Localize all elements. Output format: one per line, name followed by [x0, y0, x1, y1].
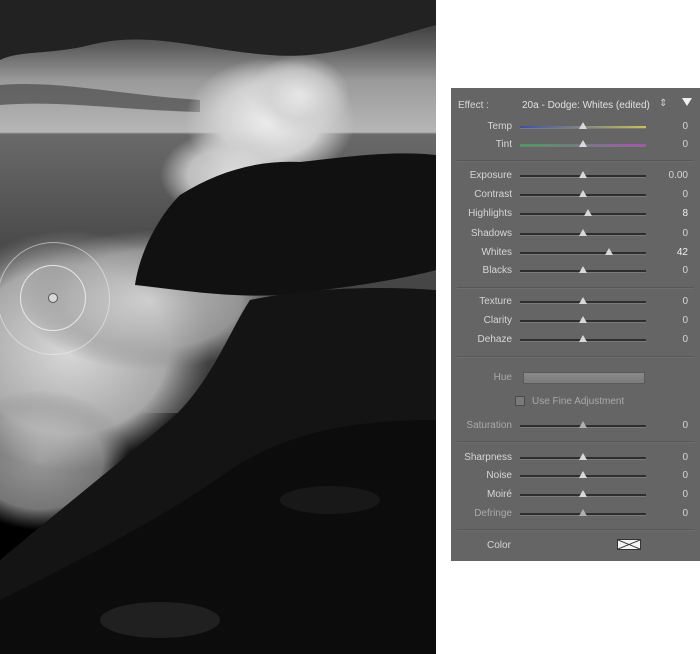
hue-label: Hue: [493, 372, 512, 383]
whites-label: Whites: [481, 247, 512, 258]
texture-label: Texture: [479, 296, 512, 307]
slider-row-blacks: Blacks 0: [451, 262, 700, 280]
defringe-slider-thumb[interactable]: [579, 509, 587, 516]
blacks-value[interactable]: 0: [682, 265, 688, 276]
clarity-value[interactable]: 0: [682, 315, 688, 326]
divider: [457, 160, 694, 162]
highlights-value[interactable]: 8: [682, 208, 688, 219]
clarity-slider-thumb[interactable]: [579, 316, 587, 323]
texture-value[interactable]: 0: [682, 296, 688, 307]
contrast-label: Contrast: [474, 189, 512, 200]
dehaze-slider-thumb[interactable]: [579, 335, 587, 342]
slider-row-saturation: Saturation 0: [451, 417, 700, 435]
noise-label: Noise: [486, 470, 512, 481]
exposure-value[interactable]: 0.00: [669, 170, 688, 181]
highlights-slider-thumb[interactable]: [584, 209, 593, 216]
hue-slider[interactable]: [523, 372, 645, 384]
tint-value[interactable]: 0: [682, 139, 688, 150]
slider-row-texture: Texture 0: [451, 293, 700, 311]
collapse-triangle-icon[interactable]: [682, 98, 692, 106]
saturation-value[interactable]: 0: [682, 420, 688, 431]
color-swatch[interactable]: [617, 539, 641, 550]
texture-slider-thumb[interactable]: [579, 297, 587, 304]
fine-adjustment-checkbox[interactable]: [515, 396, 525, 406]
noise-slider-thumb[interactable]: [579, 471, 587, 478]
noise-value[interactable]: 0: [682, 470, 688, 481]
no-color-cross-icon: [618, 540, 640, 549]
saturation-label: Saturation: [466, 420, 512, 431]
effect-preset-value[interactable]: 20a - Dodge: Whites (edited): [522, 100, 650, 111]
dehaze-value[interactable]: 0: [682, 334, 688, 345]
slider-row-whites: Whites 42: [451, 244, 700, 262]
divider: [457, 356, 694, 358]
slider-row-exposure: Exposure 0.00: [451, 167, 700, 185]
whites-value[interactable]: 42: [677, 247, 688, 258]
saturation-slider-thumb[interactable]: [579, 421, 587, 428]
slider-row-shadows: Shadows 0: [451, 225, 700, 243]
slider-row-temp: Temp 0: [451, 118, 700, 136]
highlights-slider[interactable]: [520, 213, 646, 216]
divider: [457, 287, 694, 289]
mask-pin-icon[interactable]: [48, 293, 58, 303]
contrast-slider-thumb[interactable]: [579, 190, 587, 197]
slider-row-defringe: Defringe 0: [451, 505, 700, 523]
slider-row-clarity: Clarity 0: [451, 312, 700, 330]
contrast-value[interactable]: 0: [682, 189, 688, 200]
effect-selector[interactable]: Effect : 20a - Dodge: Whites (edited) ⇕: [451, 97, 700, 113]
effect-label: Effect :: [458, 100, 489, 111]
slider-row-moire: Moiré 0: [451, 486, 700, 504]
tint-slider-thumb[interactable]: [579, 140, 587, 147]
blacks-label: Blacks: [482, 265, 512, 276]
exposure-slider-thumb[interactable]: [579, 171, 587, 178]
updown-arrows-icon[interactable]: ⇕: [659, 98, 667, 109]
moire-label: Moiré: [486, 489, 512, 500]
slider-row-dehaze: Dehaze 0: [451, 331, 700, 349]
divider: [457, 441, 694, 443]
adjustment-panel: Effect : 20a - Dodge: Whites (edited) ⇕ …: [451, 88, 700, 561]
moire-value[interactable]: 0: [682, 489, 688, 500]
photo-canvas[interactable]: [0, 0, 436, 654]
color-label: Color: [487, 540, 511, 551]
whites-slider-thumb[interactable]: [605, 248, 614, 255]
temp-slider-thumb[interactable]: [579, 122, 587, 129]
dehaze-label: Dehaze: [477, 334, 512, 345]
exposure-label: Exposure: [469, 170, 512, 181]
moire-slider-thumb[interactable]: [579, 490, 587, 497]
temp-value[interactable]: 0: [682, 121, 688, 132]
highlights-label: Highlights: [468, 208, 512, 219]
whites-slider[interactable]: [520, 252, 646, 255]
slider-row-tint: Tint 0: [451, 136, 700, 154]
defringe-value[interactable]: 0: [682, 508, 688, 519]
slider-row-sharpness: Sharpness 0: [451, 449, 700, 467]
sharpness-label: Sharpness: [464, 452, 512, 463]
sharpness-slider-thumb[interactable]: [579, 453, 587, 460]
sharpness-value[interactable]: 0: [682, 452, 688, 463]
shadows-slider-thumb[interactable]: [579, 229, 587, 236]
shadows-label: Shadows: [470, 228, 512, 239]
temp-label: Temp: [487, 121, 512, 132]
divider: [457, 529, 694, 531]
fine-adjustment-label[interactable]: Use Fine Adjustment: [532, 396, 624, 407]
tint-label: Tint: [495, 139, 512, 150]
blacks-slider-thumb[interactable]: [579, 266, 587, 273]
clarity-label: Clarity: [483, 315, 512, 326]
slider-row-contrast: Contrast 0: [451, 186, 700, 204]
slider-row-highlights: Highlights 8: [451, 205, 700, 223]
slider-row-noise: Noise 0: [451, 467, 700, 485]
defringe-label: Defringe: [474, 508, 512, 519]
shadows-value[interactable]: 0: [682, 228, 688, 239]
